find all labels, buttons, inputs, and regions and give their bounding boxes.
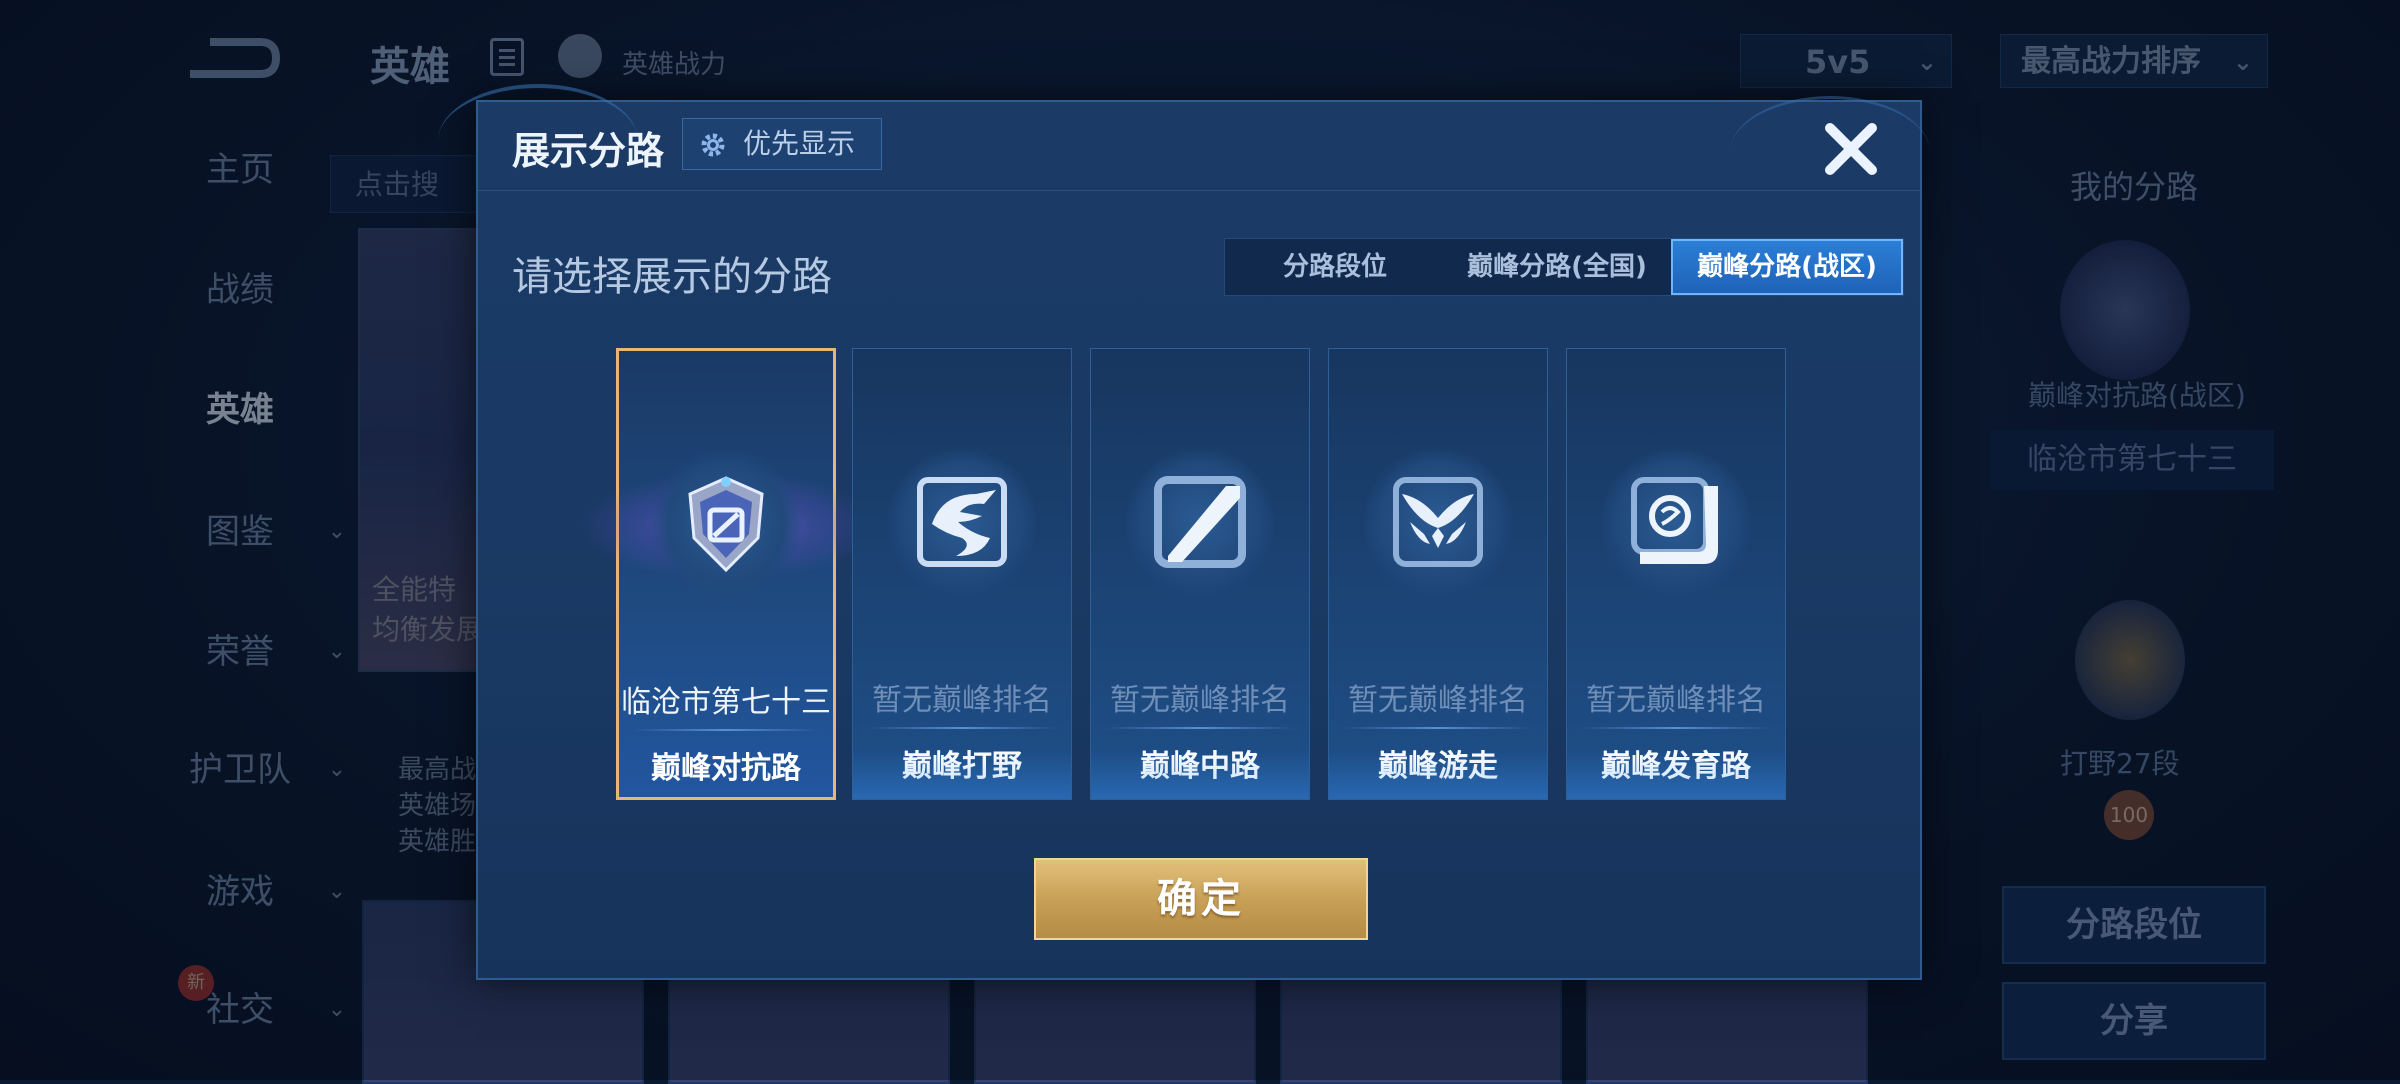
lane-card-list: 临沧市第七十三 巅峰对抗路 暂无巅峰排名 巅峰打野 <box>579 348 1786 800</box>
lane-card-mid[interactable]: 暂无巅峰排名 巅峰中路 <box>1090 348 1310 800</box>
corner-target-icon <box>1631 477 1718 564</box>
card-glow <box>1329 749 1547 799</box>
divider <box>867 727 1057 729</box>
lane-display-dialog: 展示分路 优先显示 请选择展示的分路 分路段位 巅峰分路(全国) 巅峰分路(战区… <box>438 84 1930 980</box>
divider <box>1343 727 1533 729</box>
shield-emblem-icon <box>688 476 764 573</box>
close-icon[interactable] <box>1816 114 1886 184</box>
lane-icon-frame <box>1125 447 1275 597</box>
lane-rank-text: 临沧市第七十三 <box>621 685 831 720</box>
lane-icon-frame <box>651 449 801 599</box>
tab-peak-region[interactable]: 巅峰分路(战区) <box>1671 239 1903 295</box>
lane-card-adc[interactable]: 暂无巅峰排名 巅峰发育路 <box>1566 348 1786 800</box>
lane-tabs: 分路段位 巅峰分路(全国) 巅峰分路(战区) <box>1224 238 1904 296</box>
lane-icon-frame <box>1601 447 1751 597</box>
confirm-button[interactable]: 确定 <box>1034 858 1368 940</box>
lane-rank-text: 暂无巅峰排名 <box>1110 683 1290 718</box>
card-glow <box>1567 749 1785 799</box>
card-glow <box>1091 749 1309 799</box>
dialog-header: 展示分路 优先显示 <box>478 102 1920 191</box>
tab-lane-rank[interactable]: 分路段位 <box>1225 239 1445 295</box>
lane-name: 巅峰对抗路 <box>651 751 801 786</box>
lane-card-top[interactable]: 临沧市第七十三 巅峰对抗路 <box>579 348 879 800</box>
lane-rank-text: 暂无巅峰排名 <box>872 683 1052 718</box>
lane-icon-frame <box>887 447 1037 597</box>
card-glow <box>853 749 1071 799</box>
dragon-icon <box>917 477 1007 567</box>
wings-icon <box>1393 477 1483 567</box>
lane-rank-text: 暂无巅峰排名 <box>1586 683 1766 718</box>
priority-display-button[interactable]: 优先显示 <box>682 118 882 170</box>
divider <box>1581 727 1771 729</box>
lane-card-support[interactable]: 暂无巅峰排名 巅峰游走 <box>1328 348 1548 800</box>
lane-icon-frame <box>1363 447 1513 597</box>
lane-rank-text: 暂无巅峰排名 <box>1348 683 1528 718</box>
slash-icon <box>1154 476 1246 568</box>
select-lane-prompt: 请选择展示的分路 <box>512 254 832 300</box>
divider <box>633 729 819 731</box>
priority-display-label: 优先显示 <box>743 127 856 160</box>
gear-icon <box>701 133 725 157</box>
lane-card-jungle[interactable]: 暂无巅峰排名 巅峰打野 <box>852 348 1072 800</box>
divider <box>1105 727 1295 729</box>
tab-peak-national[interactable]: 巅峰分路(全国) <box>1445 239 1669 295</box>
dialog-title: 展示分路 <box>512 129 665 173</box>
